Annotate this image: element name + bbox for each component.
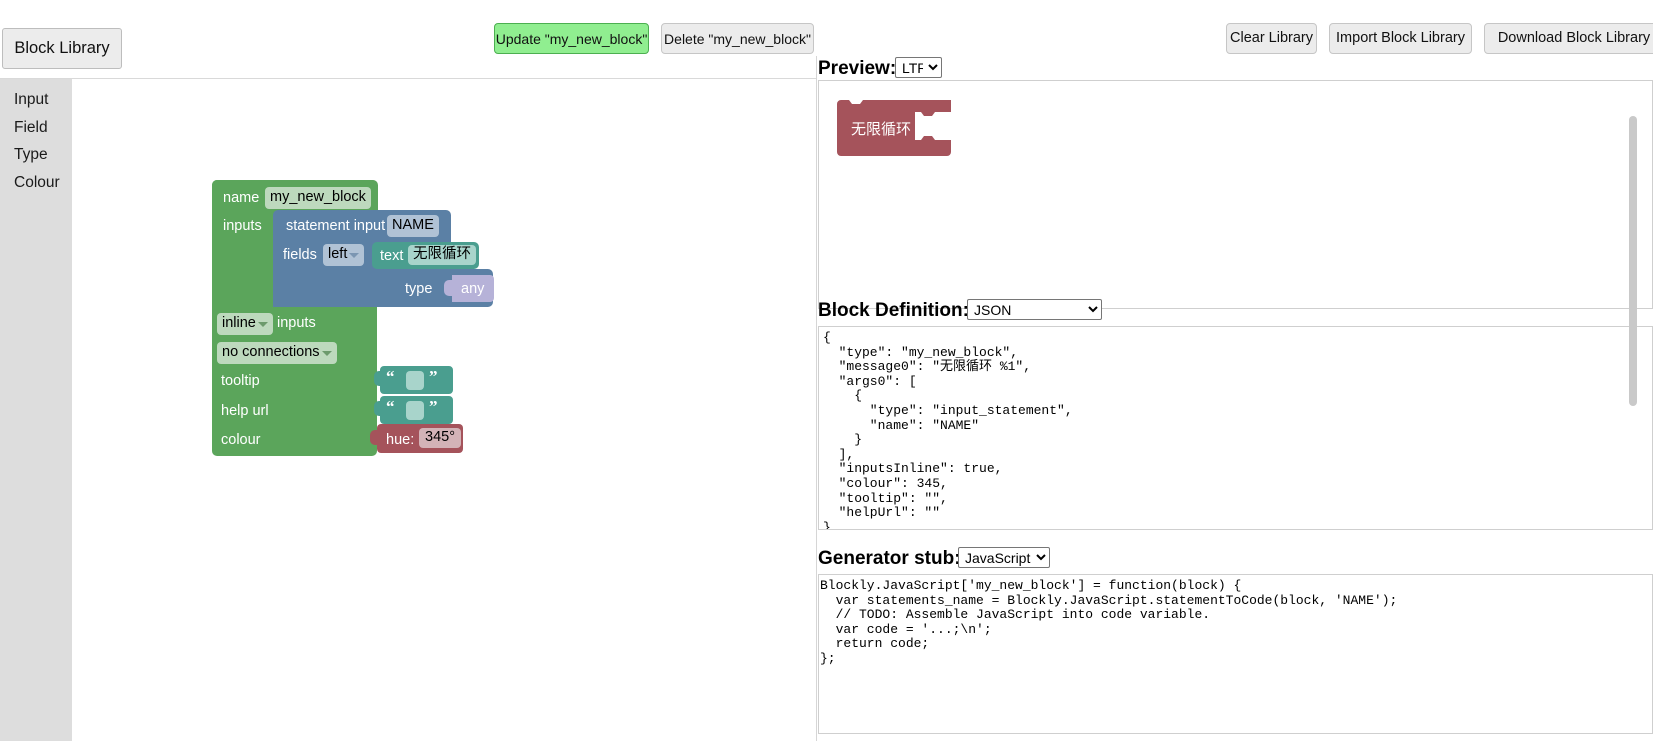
open-quote-icon: “ — [386, 367, 395, 386]
blockly-toolbox: Input Field Type Colour — [0, 79, 72, 741]
workspace-canvas[interactable]: name my_new_block inputs statement input… — [72, 79, 817, 741]
update-block-button[interactable]: Update "my_new_block" — [494, 23, 649, 54]
hue-value-field[interactable]: 345° — [419, 428, 461, 448]
helpurl-text-field[interactable] — [406, 401, 424, 420]
preview-title: Preview: — [818, 58, 897, 79]
factory-name-label: name — [223, 190, 260, 206]
connections-dropdown[interactable]: no connections — [217, 342, 337, 364]
toolbox-category-input[interactable]: Input — [0, 86, 72, 114]
preview-direction-select[interactable]: LTRRTL — [895, 57, 942, 78]
helpurl-text-block[interactable]: “ ” — [380, 396, 453, 424]
block-definition-code[interactable]: { "type": "my_new_block", "message0": "无… — [819, 327, 1073, 529]
tooltip-text-field[interactable] — [406, 371, 424, 390]
colour-label: colour — [221, 432, 261, 448]
block-definition-format-select[interactable]: JSONJavaScript — [967, 299, 1102, 320]
preview-block-text: 无限循环 — [851, 121, 912, 138]
fields-label: fields — [283, 247, 317, 263]
generator-stub-title: Generator stub: — [818, 548, 961, 569]
blockly-workspace[interactable]: Input Field Type Colour name my_new_bloc… — [0, 79, 817, 741]
fields-align-dropdown[interactable]: left — [323, 244, 365, 266]
toolbox-category-field[interactable]: Field — [0, 114, 72, 142]
open-quote-icon: “ — [386, 397, 395, 416]
type-label: type — [405, 281, 433, 297]
clear-library-button[interactable]: Clear Library — [1226, 23, 1317, 54]
tooltip-label: tooltip — [221, 373, 260, 389]
factory-name-field[interactable]: my_new_block — [265, 187, 371, 209]
download-block-library-button[interactable]: Download Block Library — [1484, 23, 1653, 54]
preview-block[interactable]: 无限循环 — [837, 100, 957, 163]
inline-inputs-label: inputs — [277, 315, 316, 331]
helpurl-label: help url — [221, 403, 269, 419]
generator-stub-panel[interactable]: Blockly.JavaScript['my_new_block'] = fun… — [818, 574, 1653, 734]
text-field-label: text — [380, 248, 404, 264]
text-field-value[interactable]: 无限循环 — [408, 245, 476, 265]
inline-dropdown[interactable]: inline — [217, 313, 273, 335]
type-any-label: any — [461, 281, 485, 297]
close-quote-icon: ” — [429, 397, 438, 416]
preview-panel[interactable]: 无限循环 — [818, 80, 1653, 309]
block-factory-app: Block Library Update "my_new_block" Dele… — [0, 0, 1653, 741]
block-library-button[interactable]: Block Library — [2, 28, 122, 69]
statement-input-name-field[interactable]: NAME — [387, 215, 439, 237]
block-definition-panel[interactable]: { "type": "my_new_block", "message0": "无… — [818, 326, 1653, 530]
generator-stub-language-select[interactable]: JavaScriptPythonPHPLuaDart — [958, 547, 1050, 568]
import-block-library-button[interactable]: Import Block Library — [1329, 23, 1472, 54]
generator-stub-code[interactable]: Blockly.JavaScript['my_new_block'] = fun… — [819, 575, 1397, 667]
block-definition-title: Block Definition: — [818, 300, 969, 321]
tooltip-text-block[interactable]: “ ” — [380, 366, 453, 394]
right-pane-vertical-scrollbar[interactable] — [1629, 116, 1637, 406]
hue-label: hue: — [386, 432, 415, 448]
statement-input-label: statement input — [286, 218, 386, 234]
factory-inputs-label: inputs — [223, 218, 262, 234]
type-any-block[interactable]: any — [452, 275, 494, 302]
close-quote-icon: ” — [429, 367, 438, 386]
delete-block-button[interactable]: Delete "my_new_block" — [661, 23, 814, 54]
toolbox-category-colour[interactable]: Colour — [0, 169, 72, 197]
colour-hue-block[interactable]: hue: 345° — [377, 424, 463, 453]
toolbox-category-type[interactable]: Type — [0, 141, 72, 169]
right-pane: Preview: LTRRTL 无限循环 Block Definition: J… — [817, 56, 1653, 741]
